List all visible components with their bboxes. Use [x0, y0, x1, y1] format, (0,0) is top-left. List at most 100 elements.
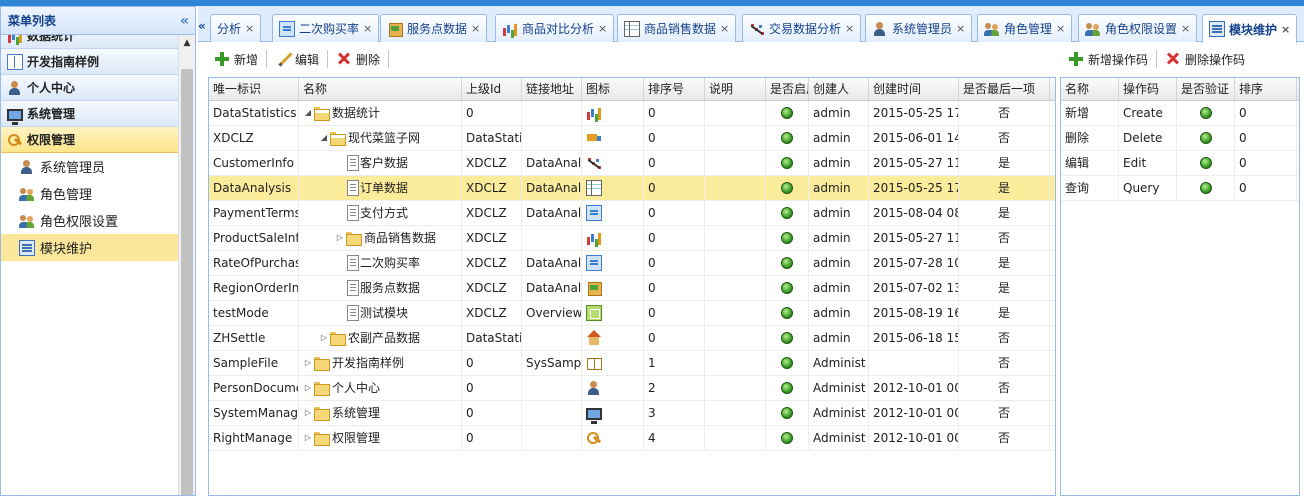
- tab-module-maintenance[interactable]: 模块维护 ×: [1202, 14, 1298, 43]
- table-cell: [522, 376, 582, 400]
- tab-system-admin[interactable]: 系统管理员 ×: [865, 14, 973, 42]
- column-header[interactable]: 名称: [1061, 78, 1119, 100]
- column-header[interactable]: 是否验证: [1177, 78, 1235, 100]
- table-row[interactable]: PaymentTerms 支付方式 XDCLZDataAnaly 0 admin2015…: [209, 201, 1055, 226]
- edit-button-label: 编辑: [295, 52, 320, 67]
- column-header[interactable]: 图标: [582, 78, 644, 100]
- column-header[interactable]: 是否最后一项: [959, 78, 1050, 100]
- table-cell: [582, 426, 644, 450]
- table-row[interactable]: testMode 测试模块 XDCLZ Overview, 0 admin 2015-08-…: [209, 301, 1055, 326]
- tab-analysis[interactable]: 分析 ×: [210, 14, 262, 42]
- table-row[interactable]: 查询 Query 0: [1061, 176, 1299, 201]
- close-icon[interactable]: ×: [363, 22, 372, 35]
- expand-arrow-icon[interactable]: ▷: [303, 401, 313, 425]
- column-header[interactable]: 创建人: [809, 78, 869, 100]
- table-row[interactable]: ProductSaleInf ▷ 商品销售数据 XDCLZ 0 admin 2015-05-…: [209, 226, 1055, 251]
- sidebar-group-personal-center[interactable]: 个人中心: [1, 75, 179, 101]
- tab-product-sales-data[interactable]: 商品销售数据 ×: [617, 14, 737, 42]
- add-button[interactable]: 新增: [206, 47, 266, 71]
- sidebar-group-dev-guide[interactable]: 开发指南样例: [1, 49, 179, 75]
- column-header[interactable]: 操作码: [1119, 78, 1177, 100]
- table-cell: ◢ 现代菜篮子网: [299, 126, 462, 150]
- expand-arrow-icon[interactable]: ▷: [319, 326, 329, 350]
- table-row[interactable]: RateOfPurchas 二次购买率 XDCLZDataAnaly 0 admin20…: [209, 251, 1055, 276]
- expand-arrow-icon[interactable]: ▷: [303, 426, 313, 450]
- column-header[interactable]: 链接地址: [522, 78, 582, 100]
- column-header[interactable]: 是否启用: [766, 78, 809, 100]
- scrollbar-thumb[interactable]: [181, 69, 193, 495]
- sidebar-group-system-management[interactable]: 系统管理: [1, 101, 179, 127]
- tab-service-point-data[interactable]: 服务点数据 ×: [380, 14, 488, 42]
- close-icon[interactable]: ×: [720, 22, 729, 35]
- close-icon[interactable]: ×: [1281, 23, 1290, 36]
- column-header[interactable]: 排序号: [644, 78, 705, 100]
- column-header[interactable]: 排序: [1235, 78, 1297, 100]
- module-name: 开发指南样例: [332, 356, 405, 370]
- table-row[interactable]: SystemManage ▷ 系统管理 0 3 Administ 2012-10-01 00…: [209, 401, 1055, 426]
- sidebar-group-data-statistics[interactable]: 数据统计: [1, 35, 179, 49]
- expand-arrow-icon[interactable]: ▷: [335, 226, 345, 250]
- collapse-arrow-icon[interactable]: ◢: [319, 126, 329, 150]
- table-row[interactable]: DataStatistics ◢ 数据统计 0 0 admin 2015-05-25 17 否: [209, 101, 1055, 126]
- verify-status-icon: [1199, 182, 1212, 194]
- column-header[interactable]: 唯一标识: [209, 78, 299, 100]
- column-header[interactable]: 名称: [299, 78, 462, 100]
- table-row[interactable]: RightManage ▷ 权限管理 0 4 Administ 2012-10-01 00 否: [209, 426, 1055, 451]
- table-cell: [582, 176, 644, 200]
- tab-role-permission[interactable]: 角色权限设置 ×: [1078, 14, 1198, 42]
- collapse-arrow-icon[interactable]: ◢: [303, 101, 313, 125]
- table-row[interactable]: SampleFile ▷ 开发指南样例 0 SysSampl 1 Administ 否: [209, 351, 1055, 376]
- sidebar-scrollbar[interactable]: ▲: [178, 35, 195, 495]
- sidebar-group-permission-management[interactable]: 权限管理: [1, 127, 179, 153]
- table-row[interactable]: DataAnalysis 订单数据 XDCLZDataAnaly 0 admin2015…: [209, 176, 1055, 201]
- close-icon[interactable]: ×: [1056, 22, 1065, 35]
- delete-button[interactable]: 删除: [328, 47, 388, 71]
- table-row[interactable]: PersonDocume ▷ 个人中心 0 2 Administ 2012-10-01 00…: [209, 376, 1055, 401]
- sidebar-item-module-maintenance[interactable]: 模块维护: [1, 234, 179, 261]
- module-grid-body: DataStatistics ◢ 数据统计 0 0 admin 2015-05-25 17 否…: [209, 101, 1055, 451]
- table-row[interactable]: ZHSettle ▷ 农副产品数据 DataStatis 0 admin2015-06-1…: [209, 326, 1055, 351]
- table-row[interactable]: XDCLZ ◢ 现代菜篮子网 DataStatis 0 admin2015-06-01 1…: [209, 126, 1055, 151]
- enabled-status-icon: [781, 382, 793, 394]
- table-row[interactable]: 编辑 Edit 0: [1061, 151, 1299, 176]
- tab-scroll-left-icon[interactable]: «: [198, 14, 207, 38]
- close-icon[interactable]: ×: [1181, 22, 1190, 35]
- edit-button[interactable]: 编辑: [267, 47, 327, 71]
- close-icon[interactable]: ×: [471, 22, 480, 35]
- table-cell: ProductSaleInf: [209, 226, 299, 250]
- scroll-up-arrow-icon[interactable]: ▲: [179, 35, 195, 52]
- sidebar-item-role-permission[interactable]: 角色权限设置: [1, 207, 179, 234]
- table-row[interactable]: 新增 Create 0: [1061, 101, 1299, 126]
- collapse-sidebar-icon[interactable]: «: [180, 13, 189, 29]
- column-header[interactable]: 创建时间: [869, 78, 959, 100]
- close-icon[interactable]: ×: [845, 22, 854, 35]
- user-icon: [19, 159, 35, 175]
- close-icon[interactable]: ×: [245, 22, 254, 35]
- screen-icon: [586, 305, 602, 321]
- close-icon[interactable]: ×: [956, 22, 965, 35]
- table-cell: PersonDocume: [209, 376, 299, 400]
- expand-arrow-icon[interactable]: ▷: [303, 351, 313, 375]
- tab-transaction-analysis[interactable]: 交易数据分析 ×: [742, 14, 862, 42]
- table-cell: SysSampl: [522, 351, 582, 375]
- delete-operation-button[interactable]: 删除操作码: [1157, 47, 1253, 71]
- tab-repurchase-rate[interactable]: 二次购买率 ×: [272, 14, 380, 42]
- table-row[interactable]: CustomerInfo 客户数据 XDCLZDataAnaly 0 admin2015…: [209, 151, 1055, 176]
- table-cell: ▷ 开发指南样例: [299, 351, 462, 375]
- expand-arrow-icon[interactable]: ▷: [303, 376, 313, 400]
- chart-icon: [586, 230, 602, 246]
- add-operation-button[interactable]: 新增操作码: [1060, 47, 1156, 71]
- sidebar-item-role-management[interactable]: 角色管理: [1, 180, 179, 207]
- table-row[interactable]: 删除 Delete 0: [1061, 126, 1299, 151]
- enabled-status-icon: [781, 407, 793, 419]
- table-cell: [582, 201, 644, 225]
- tab-role-management[interactable]: 角色管理 ×: [977, 14, 1073, 42]
- column-header[interactable]: 说明: [705, 78, 766, 100]
- close-icon[interactable]: ×: [598, 22, 607, 35]
- table-row[interactable]: RegionOrderIn 服务点数据 XDCLZDataAnaly 0 admin20…: [209, 276, 1055, 301]
- tab-product-comparison[interactable]: 商品对比分析 ×: [495, 14, 615, 42]
- card-icon: [586, 255, 602, 271]
- column-header[interactable]: 上级Id: [462, 78, 522, 100]
- table-cell: 0: [644, 126, 705, 150]
- sidebar-item-system-admin[interactable]: 系统管理员: [1, 153, 179, 180]
